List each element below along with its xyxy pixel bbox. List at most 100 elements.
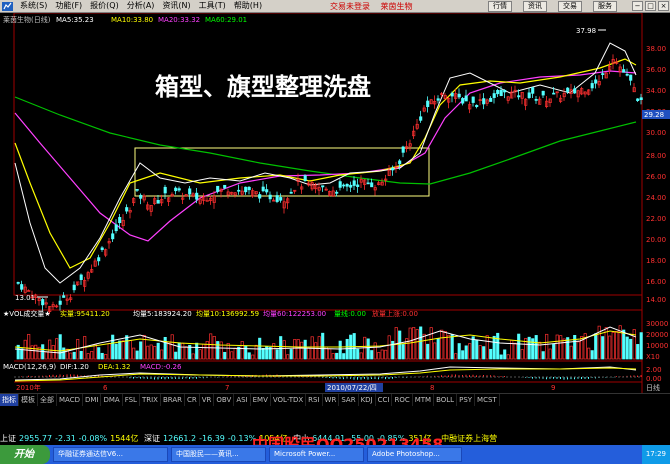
volume-bar [279,336,283,360]
tab-rsi[interactable]: RSI [306,394,323,406]
volume-bar [160,349,164,360]
ticker-tail: 中融证券上海营 [441,434,498,443]
volume-bar [303,339,307,360]
tab-mcst[interactable]: MCST [475,394,500,406]
tab-template[interactable]: 模板 [19,394,38,406]
volume-bar [611,332,615,360]
chart-canvas[interactable]: 莱茵生物(日线) MA5:35.23 MA10:33.80 MA20:33.32… [0,13,670,393]
start-button[interactable]: 开始 [0,445,50,464]
volume-bar [167,341,171,360]
vol-ma10: 均量10:136992.59 [196,309,259,318]
candle-body [114,224,118,232]
candle-body [436,98,440,101]
candle-body [244,186,248,193]
candle-body [41,299,45,306]
toolbar-quote-button[interactable]: 行情 [488,1,512,12]
volume-bar [387,335,391,360]
tab-trix[interactable]: TRIX [140,394,161,406]
period-label: 日线 [646,383,660,392]
high-price-label: 37.98 [576,27,596,35]
volume-bar [433,342,437,360]
tab-obv[interactable]: OBV [214,394,235,406]
volume-bar [569,345,573,360]
tab-dmi[interactable]: DMI [83,394,102,406]
candle-body [16,282,20,284]
volume-bar [86,353,90,360]
volume-bar [419,326,423,360]
candle-body [338,181,342,188]
toolbar-news-button[interactable]: 资讯 [523,1,547,12]
taskbar-item[interactable]: Microsoft Power... [269,447,364,462]
tab-boll[interactable]: BOLL [434,394,458,406]
tab-indicator[interactable]: 指标 [0,394,19,406]
tab-brar[interactable]: BRAR [161,394,185,406]
volume-bar [177,342,181,360]
tab-asi[interactable]: ASI [234,394,251,406]
menu-help[interactable]: 帮助(H) [230,0,266,12]
candle-body [275,195,279,202]
candle-body [356,184,360,187]
volume-axis-label: 30000 [646,320,668,328]
volume-bar [559,335,563,360]
menu-quote[interactable]: 报价(Q) [86,0,123,12]
chart-stock-name: 莱茵生物(日线) [3,15,51,24]
maximize-button[interactable]: □ [645,1,656,11]
taskbar-item[interactable]: 中国股民——黄讯... [171,447,266,462]
macd-dif: DIF:1.20 [60,363,89,371]
price-axis-label: 16.00 [646,278,666,286]
tab-roc[interactable]: ROC [392,394,413,406]
volume-bar [555,334,559,360]
candle-body [303,175,307,182]
taskbar-clock: 17:29 [641,445,670,464]
minimize-button[interactable]: − [632,1,643,11]
volume-bar [244,345,248,360]
menu-system[interactable]: 系统(S) [16,0,51,12]
toolbar-trade-button[interactable]: 交易 [558,1,582,12]
ma10-value: MA10:33.80 [111,16,153,24]
candle-body [499,89,503,97]
tab-fsl[interactable]: FSL [123,394,140,406]
tab-cci[interactable]: CCI [376,394,393,406]
tab-kdj[interactable]: KDJ [359,394,376,406]
volume-bar [415,329,419,360]
tab-emv[interactable]: EMV [251,394,271,406]
price-panel-frame [13,13,643,296]
tab-all[interactable]: 全部 [38,394,57,406]
volume-bar [111,334,115,360]
tab-vr[interactable]: VR [200,394,215,406]
volume-bar [261,348,265,360]
tab-mtm[interactable]: MTM [413,394,435,406]
volume-bar [216,341,220,360]
tab-psy[interactable]: PSY [457,394,476,406]
tab-vol-tdx[interactable]: VOL-TDX [271,394,307,406]
ticker-index-value: 2955.77 [19,434,53,443]
volume-bar [590,350,594,360]
chart-area[interactable]: 莱茵生物(日线) MA5:35.23 MA10:33.80 MA20:33.32… [0,13,670,406]
close-button[interactable]: × [658,1,669,11]
tab-dma[interactable]: DMA [101,394,123,406]
tab-wr[interactable]: WR [323,394,340,406]
menu-analysis[interactable]: 分析(A) [123,0,159,12]
volume-bar [328,348,332,360]
tab-macd[interactable]: MACD [57,394,83,406]
low-price-label: 13.01 [15,294,35,302]
taskbar-item[interactable]: Adobe Photoshop... [367,447,462,462]
taskbar-item[interactable]: 华融证券通达信V6... [53,447,168,462]
indicator-tab-strip: 指标 模板 全部 MACD DMI DMA FSL TRIX BRAR CR V… [0,393,670,406]
volume-bar [370,350,374,360]
volume-bar [412,327,416,360]
menu-news[interactable]: 资讯(N) [158,0,194,12]
toolbar-service-button[interactable]: 服务 [593,1,617,12]
candle-body [139,194,143,199]
candle-body [223,184,227,189]
volume-bar [191,353,195,360]
volume-bar [307,347,311,360]
volume-bar [331,353,335,360]
tab-cr[interactable]: CR [185,394,200,406]
menu-function[interactable]: 功能(F) [51,0,86,12]
tab-sar[interactable]: SAR [339,394,359,406]
volume-bar [447,334,451,360]
candle-body [496,90,500,95]
menu-tools[interactable]: 工具(T) [195,0,230,12]
volume-bar [380,349,384,360]
